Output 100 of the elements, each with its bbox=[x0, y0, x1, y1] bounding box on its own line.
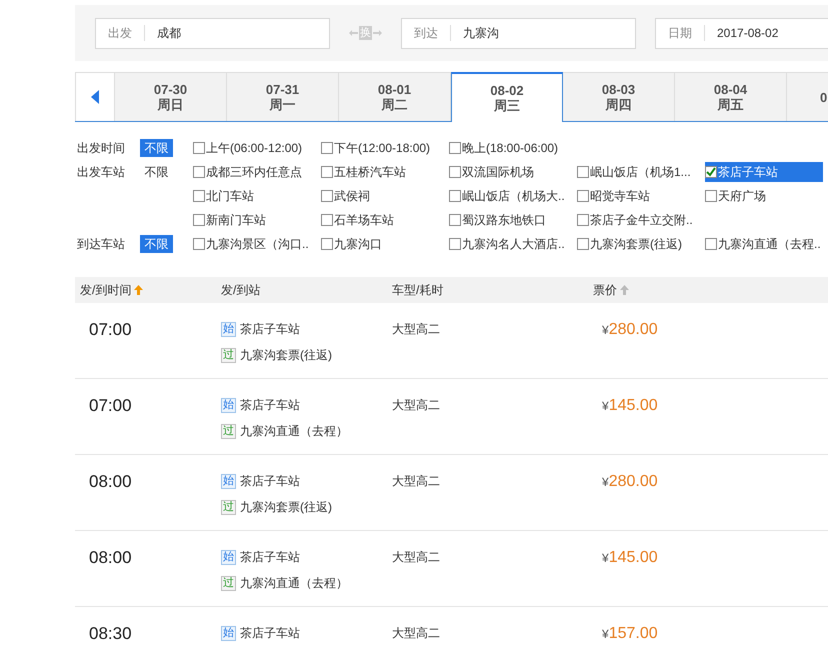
filter-option[interactable]: 成都三环内任意点 bbox=[193, 162, 304, 182]
column-header: 车型/耗时 bbox=[392, 282, 444, 299]
station-name: 九寨沟直通（去程） bbox=[240, 423, 348, 440]
ticket-price: 145.00 bbox=[608, 396, 658, 416]
via-badge: 过 bbox=[221, 576, 236, 590]
via-badge: 过 bbox=[221, 500, 236, 514]
filter-option[interactable]: 茶店子车站 bbox=[705, 162, 823, 182]
sort-arrow-icon[interactable] bbox=[134, 285, 144, 295]
departure-field[interactable]: 出发 成都 bbox=[95, 18, 330, 48]
any-option[interactable]: 不限 bbox=[140, 235, 173, 253]
checkbox[interactable] bbox=[449, 166, 461, 178]
filter-option[interactable]: 新南门车站 bbox=[193, 210, 268, 230]
checkbox[interactable] bbox=[577, 238, 589, 250]
filter-option[interactable]: 双流国际机场 bbox=[449, 162, 536, 182]
date-tab[interactable]: 08-04 周五 bbox=[675, 72, 787, 121]
checkbox[interactable] bbox=[705, 190, 717, 202]
checkbox[interactable] bbox=[449, 142, 461, 154]
departure-time: 07:00 bbox=[89, 396, 132, 415]
checkbox[interactable] bbox=[321, 142, 333, 154]
filter-option[interactable]: 茶店子金牛立交附.. bbox=[577, 210, 695, 230]
right-arrow-icon bbox=[373, 30, 382, 36]
field-value: 成都 bbox=[156, 25, 181, 41]
start-badge: 始 bbox=[221, 550, 236, 564]
currency-sign: ¥ bbox=[602, 626, 609, 643]
field-value: 2017-08-02 bbox=[716, 25, 778, 41]
checkbox[interactable] bbox=[193, 238, 205, 250]
field-value: 九寨沟 bbox=[462, 25, 499, 41]
filter-option[interactable]: 岷山饭店（机场大.. bbox=[449, 186, 567, 206]
checkbox[interactable] bbox=[193, 142, 205, 154]
bus-type: 大型高二 bbox=[392, 550, 440, 564]
bus-type: 大型高二 bbox=[392, 322, 440, 336]
checkbox[interactable] bbox=[193, 214, 205, 226]
date-field[interactable]: 日期 2017-08-02 bbox=[655, 18, 828, 48]
date-tab[interactable]: 07-31 周一 bbox=[227, 72, 339, 121]
arrival-field[interactable]: 到达 九寨沟 bbox=[401, 18, 636, 48]
station-name: 九寨沟套票(往返) bbox=[240, 499, 332, 516]
departure-time: 08:00 bbox=[89, 472, 132, 491]
currency-sign: ¥ bbox=[602, 398, 609, 415]
filter-option[interactable]: 九寨沟直通（去程.. bbox=[705, 234, 823, 254]
filter-label: 到达车站 bbox=[76, 236, 126, 253]
filter-option[interactable]: 五桂桥汽车站 bbox=[321, 162, 408, 182]
date-tab[interactable]: 08-01 周二 bbox=[339, 72, 451, 121]
filter-option[interactable]: 昭觉寺车站 bbox=[577, 186, 652, 206]
filter-option[interactable]: 九寨沟套票(往返) bbox=[577, 234, 684, 254]
checkbox[interactable] bbox=[321, 190, 333, 202]
checkbox[interactable] bbox=[321, 166, 333, 178]
previous-button[interactable] bbox=[75, 72, 115, 121]
currency-sign: ¥ bbox=[602, 322, 609, 339]
bus-type: 大型高二 bbox=[392, 474, 440, 488]
checkbox[interactable] bbox=[577, 166, 589, 178]
checkbox[interactable] bbox=[449, 214, 461, 226]
checkbox[interactable] bbox=[705, 238, 717, 250]
date-tab[interactable]: 08-02 周三 bbox=[451, 72, 563, 122]
any-option[interactable]: 不限 bbox=[140, 139, 173, 157]
start-badge: 始 bbox=[221, 398, 236, 412]
checkbox[interactable] bbox=[321, 238, 333, 250]
bus-type: 大型高二 bbox=[392, 398, 440, 412]
filter-option[interactable]: 北门车站 bbox=[193, 186, 256, 206]
left-triangle-icon bbox=[91, 90, 99, 104]
checkbox[interactable] bbox=[449, 238, 461, 250]
ticket-price: 157.00 bbox=[608, 624, 658, 644]
currency-sign: ¥ bbox=[602, 474, 609, 491]
checkbox[interactable] bbox=[193, 190, 205, 202]
checkbox[interactable] bbox=[705, 166, 717, 178]
any-option[interactable]: 不限 bbox=[140, 163, 173, 181]
field-label: 出发 bbox=[96, 25, 145, 41]
date-tab[interactable]: 07-30 周日 bbox=[115, 72, 227, 121]
start-badge: 始 bbox=[221, 474, 236, 488]
filter-option[interactable]: 岷山饭店（机场1... bbox=[577, 162, 693, 182]
column-header[interactable]: 发/到时间 bbox=[80, 281, 132, 299]
checkbox[interactable] bbox=[449, 190, 461, 202]
filter-option[interactable]: 天府广场 bbox=[705, 186, 768, 206]
departure-time: 08:00 bbox=[89, 548, 132, 567]
filter-option[interactable]: 上午(06:00-12:00) bbox=[193, 138, 304, 158]
filter-option[interactable]: 九寨沟名人大酒店.. bbox=[449, 234, 567, 254]
ticket-price: 280.00 bbox=[608, 472, 658, 492]
ticket-price: 145.00 bbox=[608, 548, 658, 568]
station-name: 茶店子车站 bbox=[240, 549, 300, 566]
filter-option[interactable]: 武侯祠 bbox=[321, 186, 372, 206]
checkbox[interactable] bbox=[577, 190, 589, 202]
ticket-price: 280.00 bbox=[608, 320, 658, 340]
filter-option[interactable]: 下午(12:00-18:00) bbox=[321, 138, 432, 158]
checkbox[interactable] bbox=[193, 166, 205, 178]
left-arrow-icon bbox=[349, 30, 358, 36]
filter-option[interactable]: 晚上(18:00-06:00) bbox=[449, 138, 560, 158]
filter-option[interactable]: 石羊场车站 bbox=[321, 210, 396, 230]
field-label: 日期 bbox=[656, 25, 705, 41]
station-name: 九寨沟套票(往返) bbox=[240, 347, 332, 364]
filter-option[interactable]: 九寨沟口 bbox=[321, 234, 384, 254]
filter-option[interactable]: 九寨沟景区（沟口.. bbox=[193, 234, 311, 254]
departure-time: 07:00 bbox=[89, 320, 132, 339]
date-tab[interactable]: 0 bbox=[787, 72, 828, 121]
checkbox[interactable] bbox=[321, 214, 333, 226]
via-badge: 过 bbox=[221, 424, 236, 438]
date-tab[interactable]: 08-03 周四 bbox=[563, 72, 675, 121]
checkbox[interactable] bbox=[577, 214, 589, 226]
departure-time: 08:30 bbox=[89, 624, 132, 643]
filter-option[interactable]: 蜀汉路东地铁口 bbox=[449, 210, 548, 230]
currency-sign: ¥ bbox=[602, 550, 609, 567]
column-header[interactable]: 票价 bbox=[593, 281, 617, 299]
